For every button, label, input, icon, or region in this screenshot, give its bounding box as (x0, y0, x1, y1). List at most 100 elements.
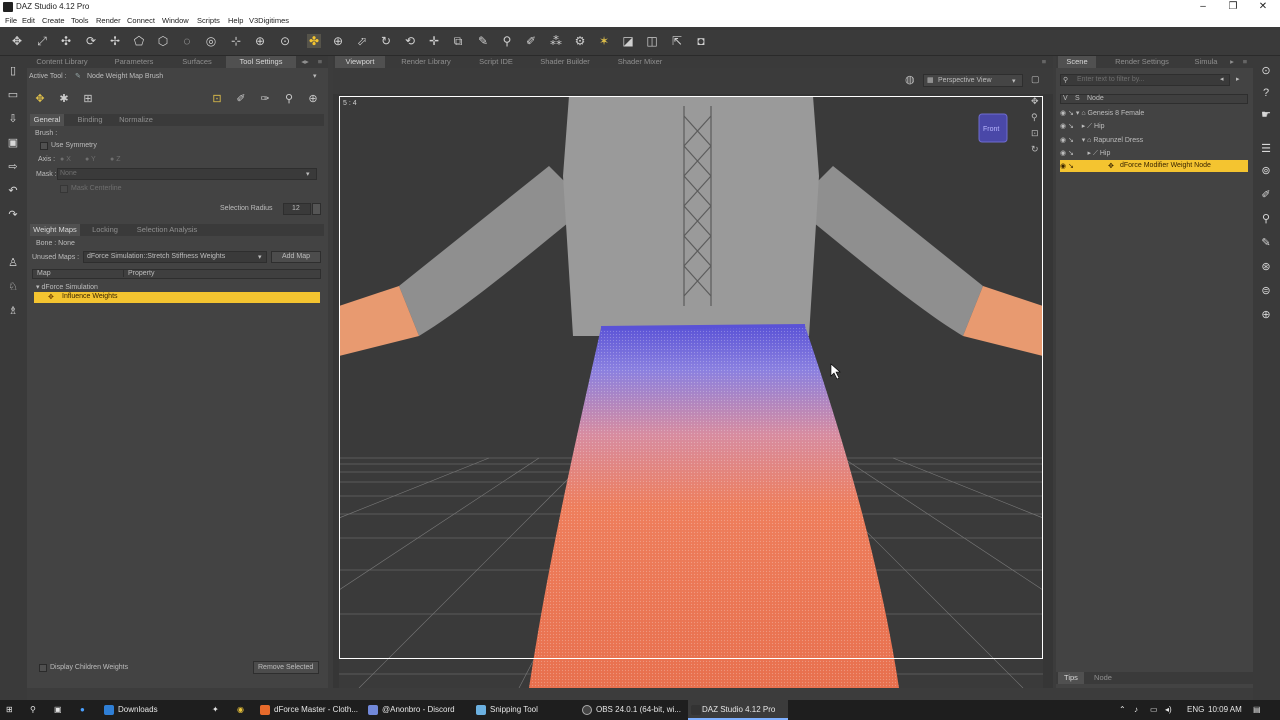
tab-scene[interactable]: Scene (1058, 56, 1096, 68)
pose-tool-icon[interactable]: ✣ (59, 34, 73, 48)
view-select[interactable]: ▦ Perspective View ▾ (923, 74, 1023, 87)
axis-z-radio[interactable]: ● Z (110, 156, 120, 163)
tab-locking[interactable]: Locking (86, 224, 124, 236)
chevron-down-icon[interactable]: ▾ (313, 72, 317, 80)
tree-row-weight-node[interactable]: ◉ ↘ ✥ dForce Modifier Weight Node (1060, 160, 1248, 172)
axis-x-radio[interactable]: ● X (60, 156, 71, 163)
taskbar-downloads[interactable]: Downloads (104, 700, 158, 720)
mask-centerline-checkbox[interactable] (60, 185, 68, 193)
export-icon[interactable]: ⇨ (6, 160, 20, 174)
network-icon[interactable]: ▭ (1150, 700, 1158, 720)
select-tool-icon[interactable]: ⬀ (355, 34, 369, 48)
redo-icon[interactable]: ↷ (6, 208, 20, 222)
menu-render[interactable]: Render (96, 16, 121, 25)
select-region-icon[interactable]: ⊡ (209, 91, 225, 107)
selection-radius-field[interactable]: 12 (283, 203, 311, 215)
col-v[interactable]: V (1063, 95, 1068, 102)
snap-tool-icon[interactable]: ⊕ (253, 34, 267, 48)
tab-shader-builder[interactable]: Shader Builder (531, 56, 599, 68)
mask-select[interactable]: None ▾ (57, 168, 317, 180)
axis-y-radio[interactable]: ● Y (85, 156, 96, 163)
ruler-icon[interactable]: ◪ (621, 34, 635, 48)
use-symmetry-checkbox[interactable] (40, 142, 48, 150)
tab-arrows-icon[interactable]: ◂▸ (298, 56, 312, 68)
undo-icon[interactable]: ↶ (6, 184, 20, 198)
filter-back-icon[interactable]: ◂ (1220, 75, 1224, 83)
tree-row-hip-dress[interactable]: ◉ ↘ ▸ ⟋ Hip (1060, 149, 1110, 158)
orbit-tool-icon[interactable]: ⊙ (278, 34, 292, 48)
tab-surfaces[interactable]: Surfaces (171, 56, 223, 68)
tab-shader-mixer[interactable]: Shader Mixer (609, 56, 671, 68)
transform-tool-icon[interactable]: ✢ (108, 34, 122, 48)
tab-tool-settings[interactable]: Tool Settings (226, 56, 296, 68)
tab-content-library[interactable]: Content Library (27, 56, 97, 68)
language-indicator[interactable]: ENG (1187, 700, 1204, 720)
filter-input[interactable]: ⚲ Enter text to filter by... (1060, 74, 1230, 86)
zoom-icon[interactable]: ⚲ (1031, 112, 1038, 123)
settings-icon[interactable]: ⊚ (1259, 164, 1273, 178)
tab-viewport[interactable]: Viewport (335, 56, 385, 68)
target-tool-icon[interactable]: ◎ (204, 34, 218, 48)
display-children-checkbox[interactable] (39, 664, 47, 672)
taskbar-dforce-master[interactable]: dForce Master - Cloth... (260, 700, 358, 720)
microphone-icon[interactable]: ♪ (1134, 700, 1138, 720)
minimize-icon[interactable]: – (1188, 0, 1218, 14)
start-icon[interactable]: ⊞ (6, 700, 13, 720)
panel-menu-icon[interactable]: ≡ (314, 56, 326, 68)
tab-parameters[interactable]: Parameters (99, 56, 169, 68)
region-tool-icon[interactable]: ◌ (180, 34, 194, 48)
tab-scroll-icon[interactable]: ▸ (1228, 56, 1236, 68)
menu-create[interactable]: Create (42, 16, 65, 25)
menu-window[interactable]: Window (162, 16, 189, 25)
pose-icon[interactable]: ♗ (6, 304, 20, 318)
close-icon[interactable]: ✕ (1248, 0, 1278, 14)
spot-tool-icon[interactable]: ⊹ (229, 34, 243, 48)
paint-icon[interactable]: ✐ (233, 91, 249, 107)
search-icon[interactable]: ⚲ (30, 700, 36, 720)
paint-tool-icon[interactable]: ✐ (524, 34, 538, 48)
tab-binding[interactable]: Binding (70, 114, 110, 126)
smooth-brush-icon[interactable]: ✱ (56, 91, 72, 107)
active-tool-value[interactable]: Node Weight Map Brush (87, 73, 163, 80)
menu-tools[interactable]: Tools (71, 16, 89, 25)
col-map[interactable]: Map (37, 270, 51, 277)
rotate-scene-icon[interactable]: ↻ (379, 34, 393, 48)
probe-icon[interactable]: ⚲ (281, 91, 297, 107)
shape-icon[interactable]: ✎ (1259, 236, 1273, 250)
menu-edit[interactable]: Edit (22, 16, 35, 25)
pan-icon[interactable]: ✥ (1031, 96, 1039, 107)
universal-tool-icon[interactable]: ⊕ (331, 34, 345, 48)
wardrobe-icon[interactable]: ♘ (6, 280, 20, 294)
tab-node[interactable]: Node (1090, 672, 1116, 684)
orbit-nav-icon[interactable]: ↻ (1031, 144, 1039, 155)
menu-v3digitimes[interactable]: V3Digitimes (249, 16, 289, 25)
camera-icon[interactable]: ◘ (694, 34, 708, 48)
tab-render-library[interactable]: Render Library (393, 56, 459, 68)
tab-normalize[interactable]: Normalize (114, 114, 158, 126)
unused-maps-select[interactable]: dForce Simulation::Stretch Stiffness Wei… (83, 251, 267, 263)
tab-selection-analysis[interactable]: Selection Analysis (130, 224, 204, 236)
menu-help[interactable]: Help (228, 16, 243, 25)
frame-icon[interactable]: ⊡ (1031, 128, 1039, 139)
tab-render-settings[interactable]: Render Settings (1106, 56, 1178, 68)
chrome-icon[interactable]: ◉ (237, 700, 244, 720)
selection-radius-slider[interactable] (312, 203, 321, 215)
viewport-menu-icon[interactable]: ▢ (1031, 74, 1040, 85)
brush-tool-icon[interactable]: ✶ (597, 34, 611, 48)
environment-icon[interactable]: ⊕ (1259, 308, 1273, 322)
save-icon[interactable]: ▣ (6, 136, 20, 150)
add-map-button[interactable]: Add Map (271, 251, 321, 263)
camera-panel-icon[interactable]: ⊜ (1259, 284, 1273, 298)
weight-brush-icon[interactable]: ✥ (32, 91, 48, 107)
task-view-icon[interactable]: ▣ (54, 700, 62, 720)
tray-chevron-icon[interactable]: ⌃ (1119, 700, 1126, 720)
polygon-tool-icon[interactable]: ⬡ (156, 34, 170, 48)
fill-brush-icon[interactable]: ⊞ (80, 91, 96, 107)
draw-style-icon[interactable]: ◍ (905, 73, 915, 86)
notification-icon[interactable]: ▤ (1253, 700, 1261, 720)
app-icon[interactable]: ✦ (212, 700, 219, 720)
col-node[interactable]: Node (1087, 95, 1104, 102)
merge-icon[interactable]: ⇩ (6, 112, 20, 126)
scene-info-icon[interactable]: ⊙ (1259, 64, 1273, 78)
col-property[interactable]: Property (123, 270, 154, 277)
